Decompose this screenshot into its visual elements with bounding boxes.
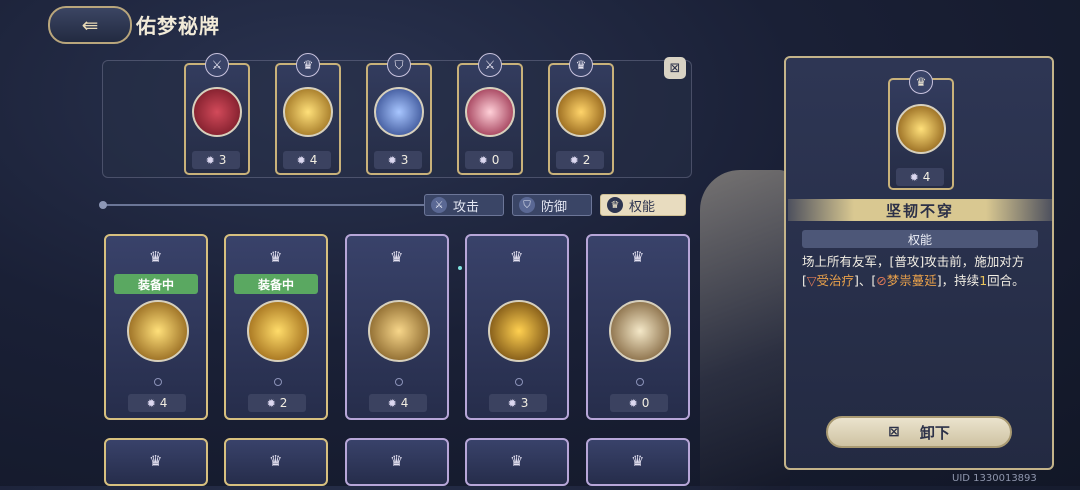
card-orb	[488, 300, 550, 362]
card-cost: ✹ 4	[369, 394, 427, 412]
card-cost: ✹ 3	[192, 151, 240, 169]
gear-icon: ✹	[478, 153, 488, 167]
card-orb	[247, 300, 309, 362]
card-item[interactable]: ♛	[224, 438, 328, 486]
crown-icon: ♛	[569, 53, 593, 77]
card-cost: ✹ 2	[248, 394, 306, 412]
back-button[interactable]: ⇚	[48, 6, 132, 44]
gear-icon: ✹	[205, 153, 215, 167]
card-orb	[609, 300, 671, 362]
card-cost: ✹ 4	[283, 151, 331, 169]
card-name: 坚韧不穿	[788, 199, 1052, 221]
card-dot	[636, 378, 644, 386]
equipped-card[interactable]: ⚔ ✹ 0	[457, 53, 523, 175]
card-orb	[465, 87, 515, 137]
card-dot	[395, 378, 403, 386]
gear-icon: ✹	[569, 153, 579, 167]
card-cost: ✹ 0	[610, 394, 668, 412]
gear-icon: ✹	[507, 396, 517, 410]
detail-card: ♛ ✹ 4	[888, 70, 954, 190]
crown-icon: ♛	[631, 452, 645, 470]
gear-icon: ✹	[266, 396, 276, 410]
crown-icon: ♛	[296, 53, 320, 77]
card-item[interactable]: ♛ ✹ 0	[586, 234, 690, 420]
sparkle	[458, 266, 462, 270]
equipped-card[interactable]: ⚔ ✹ 3	[184, 53, 250, 175]
card-orb	[283, 87, 333, 137]
equipped-card[interactable]: ⛉ ✹ 3	[366, 53, 432, 175]
crown-icon: ♛	[631, 248, 645, 266]
character-art	[700, 170, 790, 490]
ban-icon: ⊘	[876, 273, 887, 288]
card-orb	[368, 300, 430, 362]
card-cost: ✹ 3	[374, 151, 422, 169]
crown-icon: ♛	[390, 452, 404, 470]
card-dot	[515, 378, 523, 386]
crown-icon: ♛	[149, 452, 163, 470]
remove-button[interactable]: ⊠ 卸下	[826, 416, 1012, 448]
card-item[interactable]: ♛	[465, 438, 569, 486]
equipped-badge: 装备中	[234, 274, 318, 294]
card-cost: ✹ 4	[896, 168, 944, 186]
card-dot	[274, 378, 282, 386]
sword-icon: ⚔	[478, 53, 502, 77]
gear-icon: ✹	[296, 153, 306, 167]
card-dot	[154, 378, 162, 386]
card-item[interactable]: ♛ 装备中 ✹ 2	[224, 234, 328, 420]
card-description: 场上所有友军，[普攻]攻击前，施加对方[▽受治疗]、[⊘梦祟蔓延]，持续1回合。	[802, 254, 1025, 288]
card-cost: ✹ 0	[465, 151, 513, 169]
crown-icon: ♛	[269, 452, 283, 470]
card-item[interactable]: ♛ ✹ 3	[465, 234, 569, 420]
crown-icon: ♛	[909, 70, 933, 94]
card-orb	[374, 87, 424, 137]
shield-icon: ⛉	[387, 53, 411, 77]
gear-icon: ✹	[387, 396, 397, 410]
card-orb	[556, 87, 606, 137]
equipped-badge: 装备中	[114, 274, 198, 294]
card-item[interactable]: ♛ ✹ 4	[345, 234, 449, 420]
card-item[interactable]: ♛	[345, 438, 449, 486]
gear-icon: ✹	[909, 170, 919, 184]
gear-icon: ✹	[628, 396, 638, 410]
card-orb	[896, 104, 946, 154]
tab-authority[interactable]: ♛ 权能	[600, 194, 686, 216]
gear-icon: ✹	[146, 396, 156, 410]
tab-attack[interactable]: ⚔ 攻击	[424, 194, 504, 216]
shield-icon: ⛉	[519, 197, 535, 213]
card-item[interactable]: ♛	[104, 438, 208, 486]
card-cost: ✹ 4	[128, 394, 186, 412]
crown-icon: ♛	[149, 248, 163, 266]
heal-debuff-icon: ▽	[806, 273, 817, 288]
crown-icon: ♛	[510, 248, 524, 266]
unequip-icon: ⊠	[669, 60, 681, 76]
unequip-icon: ⊠	[888, 424, 900, 440]
card-cost: ✹ 2	[556, 151, 604, 169]
gear-icon: ✹	[387, 153, 397, 167]
filter-track-dot	[99, 201, 107, 209]
page-title: 佑梦秘牌	[136, 14, 220, 38]
sword-icon: ⚔	[205, 53, 229, 77]
crown-icon: ♛	[510, 452, 524, 470]
card-orb	[127, 300, 189, 362]
filter-track	[102, 204, 432, 206]
equipped-card[interactable]: ♛ ✹ 4	[275, 53, 341, 175]
sword-icon: ⚔	[431, 197, 447, 213]
card-item[interactable]: ♛ 装备中 ✹ 4	[104, 234, 208, 420]
equipped-card[interactable]: ♛ ✹ 2	[548, 53, 614, 175]
crown-icon: ♛	[607, 197, 623, 213]
card-orb	[192, 87, 242, 137]
unequip-all-button[interactable]: ⊠	[664, 57, 686, 79]
back-arrow-icon: ⇚	[81, 13, 99, 37]
uid-label: UID 1330013893	[952, 473, 1037, 484]
crown-icon: ♛	[390, 248, 404, 266]
card-cost: ✹ 3	[489, 394, 547, 412]
crown-icon: ♛	[269, 248, 283, 266]
card-type: 权能	[802, 230, 1038, 248]
card-item[interactable]: ♛	[586, 438, 690, 486]
tab-defense[interactable]: ⛉ 防御	[512, 194, 592, 216]
